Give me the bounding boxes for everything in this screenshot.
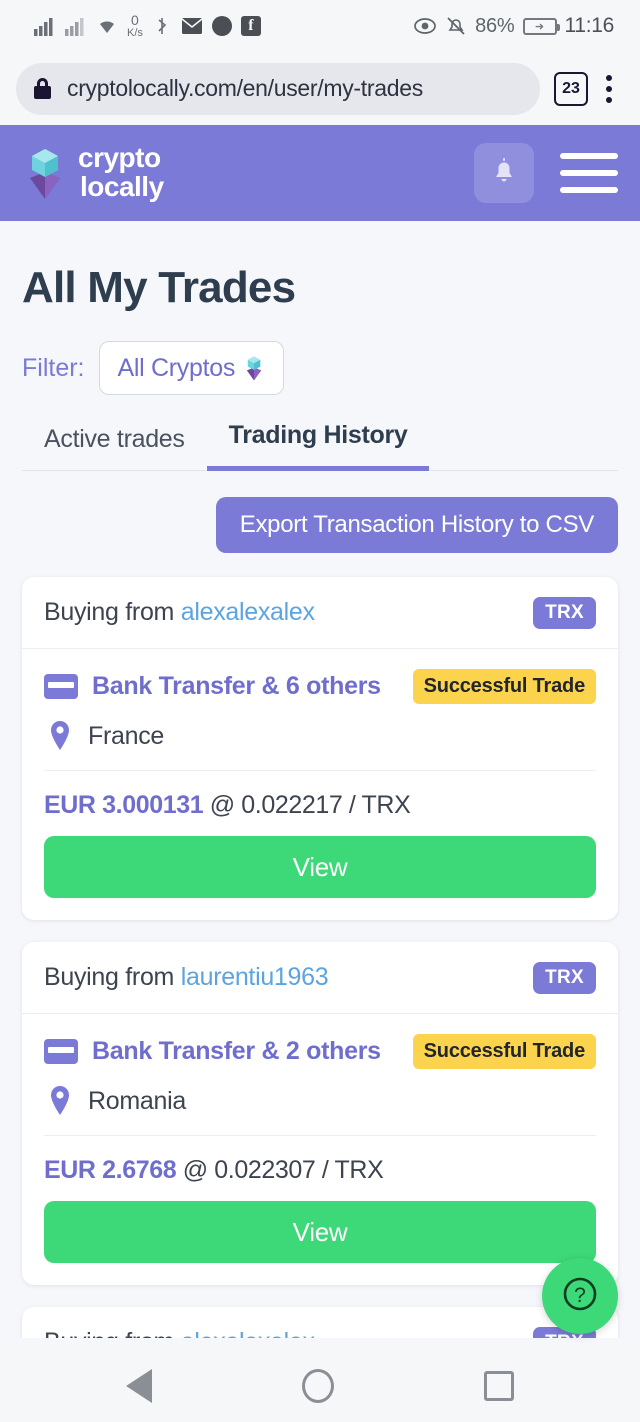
app-header: crypto locally bbox=[0, 125, 640, 221]
export-row: Export Transaction History to CSV bbox=[22, 497, 618, 553]
buying-from-label: Buying from bbox=[44, 963, 181, 991]
cube-pin-logo-icon bbox=[22, 145, 68, 201]
signal-bars-icon bbox=[34, 16, 56, 36]
battery-charging-icon: ➜ bbox=[522, 17, 560, 35]
lock-icon bbox=[34, 78, 51, 99]
trade-tabs: Active trades Trading History bbox=[22, 421, 618, 471]
signal-bars-2-icon bbox=[65, 16, 87, 36]
android-status-bar: 0 K/s f 86% ➜ 11:16 bbox=[0, 0, 640, 52]
price-amount: 3.000131 bbox=[102, 791, 204, 819]
kebab-menu-icon[interactable] bbox=[594, 74, 624, 103]
payment-method-label: Bank Transfer & 6 others bbox=[92, 672, 381, 700]
filter-row: Filter: All Cryptos bbox=[22, 341, 618, 395]
notifications-button[interactable] bbox=[474, 143, 534, 203]
price-rate: @ 0.022217 / TRX bbox=[209, 791, 411, 819]
phone-screen: 0 K/s f 86% ➜ 11:16 cryptolocally.com/en… bbox=[0, 0, 640, 1422]
location-row: Romania bbox=[44, 1069, 596, 1136]
location-row: France bbox=[44, 704, 596, 771]
page-title: All My Trades bbox=[22, 263, 296, 312]
home-icon[interactable] bbox=[302, 1369, 334, 1403]
eye-icon bbox=[413, 17, 437, 35]
clock-label: 11:16 bbox=[564, 14, 615, 37]
viewport-clip bbox=[0, 1338, 640, 1350]
trade-counterparty-line: Buying from laurentiu1963 bbox=[44, 963, 329, 992]
cryptolocally-logo[interactable]: crypto locally bbox=[22, 144, 164, 201]
credit-card-icon bbox=[44, 1039, 78, 1064]
price-row: EUR 2.6768 @ 0.022307 / TRX bbox=[44, 1136, 596, 1185]
bell-muted-icon bbox=[445, 15, 467, 37]
price-currency: EUR bbox=[44, 791, 96, 819]
network-speed-unit: K/s bbox=[127, 27, 143, 39]
network-speed-value: 0 bbox=[131, 12, 139, 28]
status-badge: Successful Trade bbox=[412, 1034, 596, 1069]
svg-text:?: ? bbox=[574, 1284, 586, 1307]
recent-apps-icon[interactable] bbox=[484, 1371, 514, 1401]
crypto-badge: TRX bbox=[533, 961, 596, 994]
mail-icon bbox=[181, 17, 203, 35]
location-label: Romania bbox=[88, 1086, 186, 1115]
page-content: All My Trades Filter: All Cryptos Active… bbox=[0, 263, 640, 1379]
url-text[interactable]: cryptolocally.com/en/user/my-trades bbox=[67, 75, 423, 102]
trade-card[interactable]: Buying from laurentiu1963 TRX Bank Trans… bbox=[22, 942, 618, 1285]
view-trade-button[interactable]: View bbox=[44, 836, 596, 898]
logo-wordmark: crypto locally bbox=[78, 144, 164, 201]
price-row: EUR 3.000131 @ 0.022217 / TRX bbox=[44, 771, 596, 820]
help-button[interactable]: ? bbox=[542, 1258, 618, 1334]
buying-from-label: Buying from bbox=[44, 598, 181, 626]
logo-line-1: crypto bbox=[78, 142, 161, 174]
back-icon[interactable] bbox=[126, 1369, 152, 1403]
tab-trading-history[interactable]: Trading History bbox=[206, 421, 430, 471]
price-line: EUR 3.000131 @ 0.022217 / TRX bbox=[44, 791, 411, 819]
trade-card-header: Buying from alexalexalex TRX bbox=[22, 577, 618, 649]
crypto-filter-value: All Cryptos bbox=[117, 353, 236, 382]
view-trade-button[interactable]: View bbox=[44, 1201, 596, 1263]
android-nav-bar bbox=[0, 1350, 640, 1422]
question-circle-icon: ? bbox=[558, 1272, 602, 1321]
price-amount: 2.6768 bbox=[102, 1156, 177, 1184]
trade-counterparty-line: Buying from alexalexalex bbox=[44, 598, 315, 627]
location-pin-icon bbox=[48, 720, 72, 752]
tab-counter-button[interactable]: 23 bbox=[554, 71, 588, 106]
browser-toolbar: cryptolocally.com/en/user/my-trades 23 bbox=[0, 52, 640, 125]
network-speed-indicator: 0 K/s bbox=[127, 13, 143, 39]
trade-card-header: Buying from laurentiu1963 TRX bbox=[22, 942, 618, 1014]
export-csv-button[interactable]: Export Transaction History to CSV bbox=[215, 497, 618, 553]
crypto-badge: TRX bbox=[533, 596, 596, 629]
hamburger-menu-icon[interactable] bbox=[560, 153, 618, 193]
filter-label: Filter: bbox=[22, 353, 85, 382]
facebook-icon: f bbox=[240, 16, 261, 36]
battery-percent-label: 86% bbox=[475, 14, 515, 37]
bluetooth-icon bbox=[152, 16, 172, 36]
cube-pin-logo-icon bbox=[243, 354, 265, 382]
location-pin-icon bbox=[48, 1085, 72, 1117]
trade-list: Buying from alexalexalex TRX Bank Transf… bbox=[22, 577, 618, 1379]
counterparty-link[interactable]: laurentiu1963 bbox=[181, 963, 329, 991]
payment-method-row: Bank Transfer & 6 others Successful Trad… bbox=[44, 649, 596, 704]
wifi-icon bbox=[96, 17, 118, 35]
messenger-icon bbox=[211, 16, 232, 36]
payment-method-label: Bank Transfer & 2 others bbox=[92, 1037, 381, 1065]
payment-method-row: Bank Transfer & 2 others Successful Trad… bbox=[44, 1014, 596, 1069]
logo-line-2: locally bbox=[80, 171, 164, 202]
tab-active-trades[interactable]: Active trades bbox=[22, 425, 207, 470]
status-badge: Successful Trade bbox=[412, 669, 596, 704]
price-rate: @ 0.022307 / TRX bbox=[182, 1156, 384, 1184]
credit-card-icon bbox=[44, 674, 78, 699]
price-line: EUR 2.6768 @ 0.022307 / TRX bbox=[44, 1156, 384, 1184]
crypto-filter-dropdown[interactable]: All Cryptos bbox=[98, 341, 285, 395]
counterparty-link[interactable]: alexalexalex bbox=[181, 598, 315, 626]
bell-icon bbox=[489, 155, 519, 192]
price-currency: EUR bbox=[44, 1156, 96, 1184]
trade-card[interactable]: Buying from alexalexalex TRX Bank Transf… bbox=[22, 577, 618, 920]
location-label: France bbox=[88, 721, 165, 750]
tab-count-label: 23 bbox=[562, 79, 580, 97]
address-bar[interactable]: cryptolocally.com/en/user/my-trades bbox=[16, 62, 540, 115]
